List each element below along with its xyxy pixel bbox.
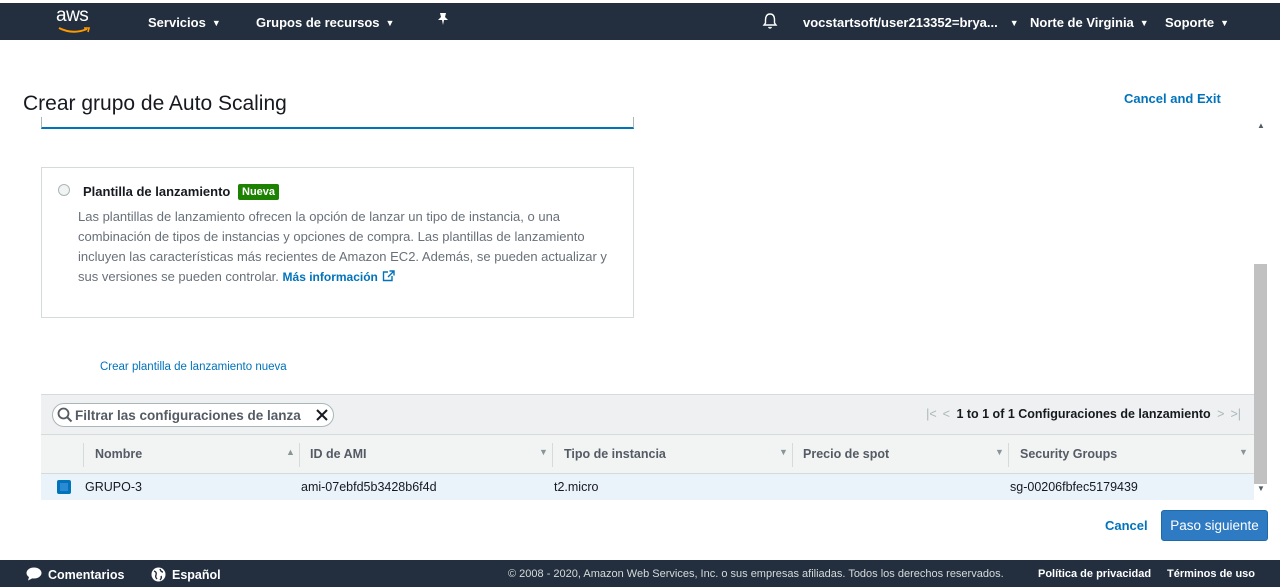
cell-ami-id: ami-07ebfd5b3428b6f4d (301, 480, 437, 494)
scrollbar-thumb[interactable] (1254, 264, 1267, 484)
column-divider (299, 443, 300, 467)
services-label: Servicios (148, 15, 206, 30)
column-header-instance-type[interactable]: Tipo de instancia (564, 447, 666, 461)
chevron-down-icon: ▼ (211, 18, 221, 28)
language-selector[interactable]: Español (151, 567, 221, 582)
filter-input[interactable]: Filtrar las configuraciones de lanza (52, 403, 334, 427)
table-toolbar: Filtrar las configuraciones de lanza |< <… (41, 394, 1254, 434)
copyright-text: © 2008 - 2020, Amazon Web Services, Inc.… (508, 568, 1004, 580)
column-divider (552, 443, 553, 467)
next-page-icon[interactable]: > (1217, 407, 1224, 421)
external-link-icon (382, 270, 395, 282)
feedback-label: Comentarios (48, 568, 125, 582)
chevron-down-icon: ▼ (385, 18, 395, 28)
column-header-name[interactable]: Nombre (95, 447, 142, 461)
last-page-icon[interactable]: >| (1230, 407, 1241, 421)
pagination-text: 1 to 1 of 1 Configuraciones de lanzamien… (956, 407, 1211, 421)
create-launch-template-link[interactable]: Crear plantilla de lanzamiento nueva (99, 361, 288, 373)
row-select-checkbox[interactable] (57, 480, 71, 494)
pagination: |< < 1 to 1 of 1 Configuraciones de lanza… (923, 407, 1244, 421)
resource-groups-label: Grupos de recursos (256, 15, 380, 30)
aws-logo-text: aws (56, 5, 89, 26)
more-info-link[interactable]: Más información (283, 270, 395, 284)
launch-template-title: Plantilla de lanzamiento (83, 184, 231, 199)
support-menu[interactable]: Soporte ▼ (1165, 15, 1229, 30)
launch-template-option: Plantilla de lanzamiento Nueva Las plant… (41, 167, 634, 373)
first-page-icon[interactable]: |< (926, 407, 937, 421)
vertical-scrollbar[interactable]: ▲ ▼ (1254, 117, 1267, 501)
scroll-up-icon[interactable]: ▲ (1257, 121, 1265, 130)
close-icon[interactable] (315, 408, 329, 422)
column-divider (1008, 443, 1009, 467)
column-header-ami-id[interactable]: ID de AMI (310, 447, 366, 461)
launch-template-radio[interactable] (58, 184, 70, 196)
services-menu[interactable]: Servicios ▼ (148, 15, 221, 30)
language-label: Español (172, 568, 221, 582)
aws-smile-icon (58, 27, 91, 33)
cell-instance-type: t2.micro (554, 480, 599, 494)
sort-icon[interactable]: ▼ (539, 447, 548, 457)
cancel-button[interactable]: Cancel (1105, 518, 1148, 533)
cancel-and-exit-link[interactable]: Cancel and Exit (1124, 91, 1221, 106)
footer: Comentarios Español © 2008 - 2020, Amazo… (0, 560, 1280, 587)
filter-placeholder: Filtrar las configuraciones de lanza (75, 408, 301, 423)
account-label: vocstartsoft/user213352=brya... (803, 15, 998, 30)
cell-security-groups: sg-00206fbfec5179439 (1010, 480, 1138, 494)
feedback-button[interactable]: Comentarios (26, 567, 124, 582)
sort-icon[interactable]: ▼ (995, 447, 1004, 457)
search-icon (57, 407, 73, 423)
chevron-down-icon: ▼ (1009, 18, 1019, 28)
new-badge: Nueva (238, 184, 280, 200)
pin-icon[interactable] (437, 12, 449, 29)
page-title: Crear grupo de Auto Scaling (23, 92, 287, 115)
globe-icon (151, 567, 166, 582)
table-header: Nombre ▲ ID de AMI ▼ Tipo de instancia ▼… (41, 434, 1254, 474)
region-label: Norte de Virginia (1030, 15, 1134, 30)
column-divider (792, 443, 793, 467)
account-menu[interactable]: vocstartsoft/user213352=brya... ▼ (803, 15, 1019, 30)
top-navigation: aws Servicios ▼ Grupos de recursos ▼ vocst… (0, 0, 1280, 40)
bell-icon[interactable] (762, 12, 778, 30)
cell-name: GRUPO-3 (85, 480, 142, 494)
sort-asc-icon[interactable]: ▲ (286, 447, 295, 457)
launch-template-description: Las plantillas de lanzamiento ofrecen la… (78, 207, 623, 287)
prev-page-icon[interactable]: < (943, 407, 950, 421)
speech-bubble-icon (26, 567, 42, 581)
scroll-down-icon[interactable]: ▼ (1257, 484, 1265, 493)
aws-logo[interactable]: aws (56, 5, 98, 39)
resource-groups-menu[interactable]: Grupos de recursos ▼ (256, 15, 394, 30)
privacy-policy-link[interactable]: Política de privacidad (1038, 568, 1151, 580)
region-menu[interactable]: Norte de Virginia ▼ (1030, 15, 1149, 30)
terms-of-use-link[interactable]: Términos de uso (1167, 568, 1255, 580)
table-row[interactable]: GRUPO-3 ami-07ebfd5b3428b6f4d t2.micro s… (41, 474, 1254, 500)
column-header-security-groups[interactable]: Security Groups (1020, 447, 1117, 461)
column-header-spot-price[interactable]: Precio de spot (803, 447, 889, 461)
sort-icon[interactable]: ▼ (779, 447, 788, 457)
sort-icon[interactable]: ▼ (1239, 447, 1248, 457)
main-content: Plantilla de lanzamiento Nueva Las plant… (20, 117, 1254, 501)
launch-configuration-option-box (41, 117, 634, 129)
support-label: Soporte (1165, 15, 1215, 30)
chevron-down-icon: ▼ (1139, 18, 1149, 28)
chevron-down-icon: ▼ (1220, 18, 1230, 28)
next-step-button[interactable]: Paso siguiente (1161, 510, 1268, 541)
column-divider (83, 443, 84, 467)
more-info-label: Más información (282, 270, 378, 284)
